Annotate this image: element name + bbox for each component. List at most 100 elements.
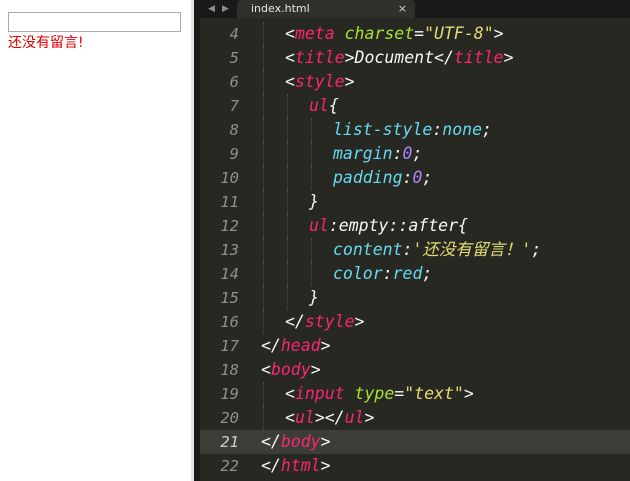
code-token: "text" <box>404 384 464 403</box>
code-text: </head> <box>261 334 331 358</box>
code-token: title <box>453 48 504 67</box>
code-token: color <box>333 264 383 283</box>
code-text: <style> <box>285 70 355 94</box>
line-number: 12 <box>220 217 239 235</box>
code-token: </ <box>261 336 281 355</box>
indent-guide <box>311 118 312 142</box>
code-token: < <box>285 408 295 427</box>
code-line[interactable]: 21 </body> <box>200 430 630 454</box>
code-line[interactable]: 8 list-style:none; <box>200 118 630 142</box>
code-line[interactable]: 12 ul:empty::after{ <box>200 214 630 238</box>
code-token: < <box>285 72 295 91</box>
code-token: > <box>364 408 375 427</box>
code-line[interactable]: 11} <box>200 190 630 214</box>
code-line[interactable]: 14 color:red; <box>200 262 630 286</box>
line-number: 7 <box>229 97 239 115</box>
indent-guide <box>263 310 264 334</box>
code-token: : <box>402 240 413 259</box>
line-number: 15 <box>220 289 239 307</box>
empty-list-message: 还没有留言! <box>8 35 84 51</box>
code-line[interactable]: 17 </head> <box>200 334 630 358</box>
indent-guide <box>287 118 288 142</box>
code-token: body <box>280 432 321 451</box>
code-token: = <box>394 384 405 403</box>
line-number: 16 <box>220 313 239 331</box>
line-number: 18 <box>220 361 239 379</box>
code-token: head <box>280 336 321 355</box>
code-token: > <box>310 360 321 379</box>
code-text: padding:0; <box>333 166 432 190</box>
indent-guide <box>287 214 288 238</box>
code-token: = <box>414 24 425 43</box>
code-token: : <box>382 264 393 283</box>
indent-guide <box>263 94 264 118</box>
code-line[interactable]: 19 <input type="text"> <box>200 382 630 406</box>
code-token: : <box>432 120 443 139</box>
line-number: 5 <box>229 49 239 67</box>
code-token: ul <box>344 408 365 427</box>
code-token: '还没有留言！' <box>412 240 532 259</box>
line-number: 11 <box>220 193 239 211</box>
indent-guide <box>263 118 264 142</box>
code-token: title <box>294 48 345 67</box>
code-token: : <box>392 144 403 163</box>
code-token: ; <box>422 264 433 283</box>
indent-guide <box>287 238 288 262</box>
tab-nav-left-icon[interactable]: ◀ <box>208 2 215 16</box>
code-line[interactable]: 10 padding:0; <box>200 166 630 190</box>
code-text: color:red; <box>333 262 432 286</box>
indent-guide <box>263 214 264 238</box>
code-line[interactable]: 9 margin:0; <box>200 142 630 166</box>
indent-guide <box>311 142 312 166</box>
code-token: margin <box>333 144 393 163</box>
code-token: ul <box>294 408 315 427</box>
code-token: :empty::after{ <box>328 216 468 235</box>
line-number: 4 <box>229 25 239 43</box>
indent-guide <box>263 406 264 430</box>
code-token: ; <box>531 240 542 259</box>
browser-preview-pane: 还没有留言! <box>0 0 191 481</box>
close-icon[interactable]: × <box>398 0 407 17</box>
code-line[interactable]: 7 ul{ <box>200 94 630 118</box>
indent-guide <box>263 238 264 262</box>
code-token: </ <box>261 432 281 451</box>
code-line[interactable]: 22 </html> <box>200 454 630 478</box>
code-token: html <box>280 456 321 475</box>
code-line[interactable]: 16 </style> <box>200 310 630 334</box>
code-text: ul:empty::after{ <box>309 214 468 238</box>
code-line[interactable]: 15} <box>200 286 630 310</box>
code-text: margin:0; <box>333 142 422 166</box>
code-token: charset <box>344 24 415 43</box>
code-token: red <box>392 264 423 283</box>
code-token: < <box>285 24 295 43</box>
code-line[interactable]: 18 <body> <box>200 358 630 382</box>
tab-nav-right-icon[interactable]: ▶ <box>222 2 229 16</box>
code-token: < <box>285 384 295 403</box>
code-line[interactable]: 5 <title>Document</title> <box>200 46 630 70</box>
code-line[interactable]: 20 <ul></ul> <box>200 406 630 430</box>
code-token: padding <box>333 168 403 187</box>
indent-guide <box>287 142 288 166</box>
code-token: > <box>503 48 514 67</box>
code-token: 0 <box>412 168 423 187</box>
text-input[interactable] <box>8 12 181 32</box>
line-number: 20 <box>220 409 239 427</box>
code-token: ; <box>422 168 433 187</box>
tab-index-html[interactable]: index.html × <box>237 0 415 18</box>
code-token: none <box>442 120 483 139</box>
indent-guide <box>263 190 264 214</box>
code-text: <body> <box>261 358 321 382</box>
code-line[interactable]: 4 <meta charset="UTF-8"> <box>200 22 630 46</box>
code-token: 0 <box>402 144 413 163</box>
code-line[interactable]: 6 <style> <box>200 70 630 94</box>
indent-guide <box>287 166 288 190</box>
indent-guide <box>263 142 264 166</box>
code-area[interactable]: 4 <meta charset="UTF-8"> 5 <title>Document<… <box>200 22 630 478</box>
indent-guide <box>311 166 312 190</box>
line-number: 19 <box>220 385 239 403</box>
code-line[interactable]: 13 content:'还没有留言！'; <box>200 238 630 262</box>
code-text: } <box>309 190 319 214</box>
line-number: 21 <box>220 433 239 451</box>
